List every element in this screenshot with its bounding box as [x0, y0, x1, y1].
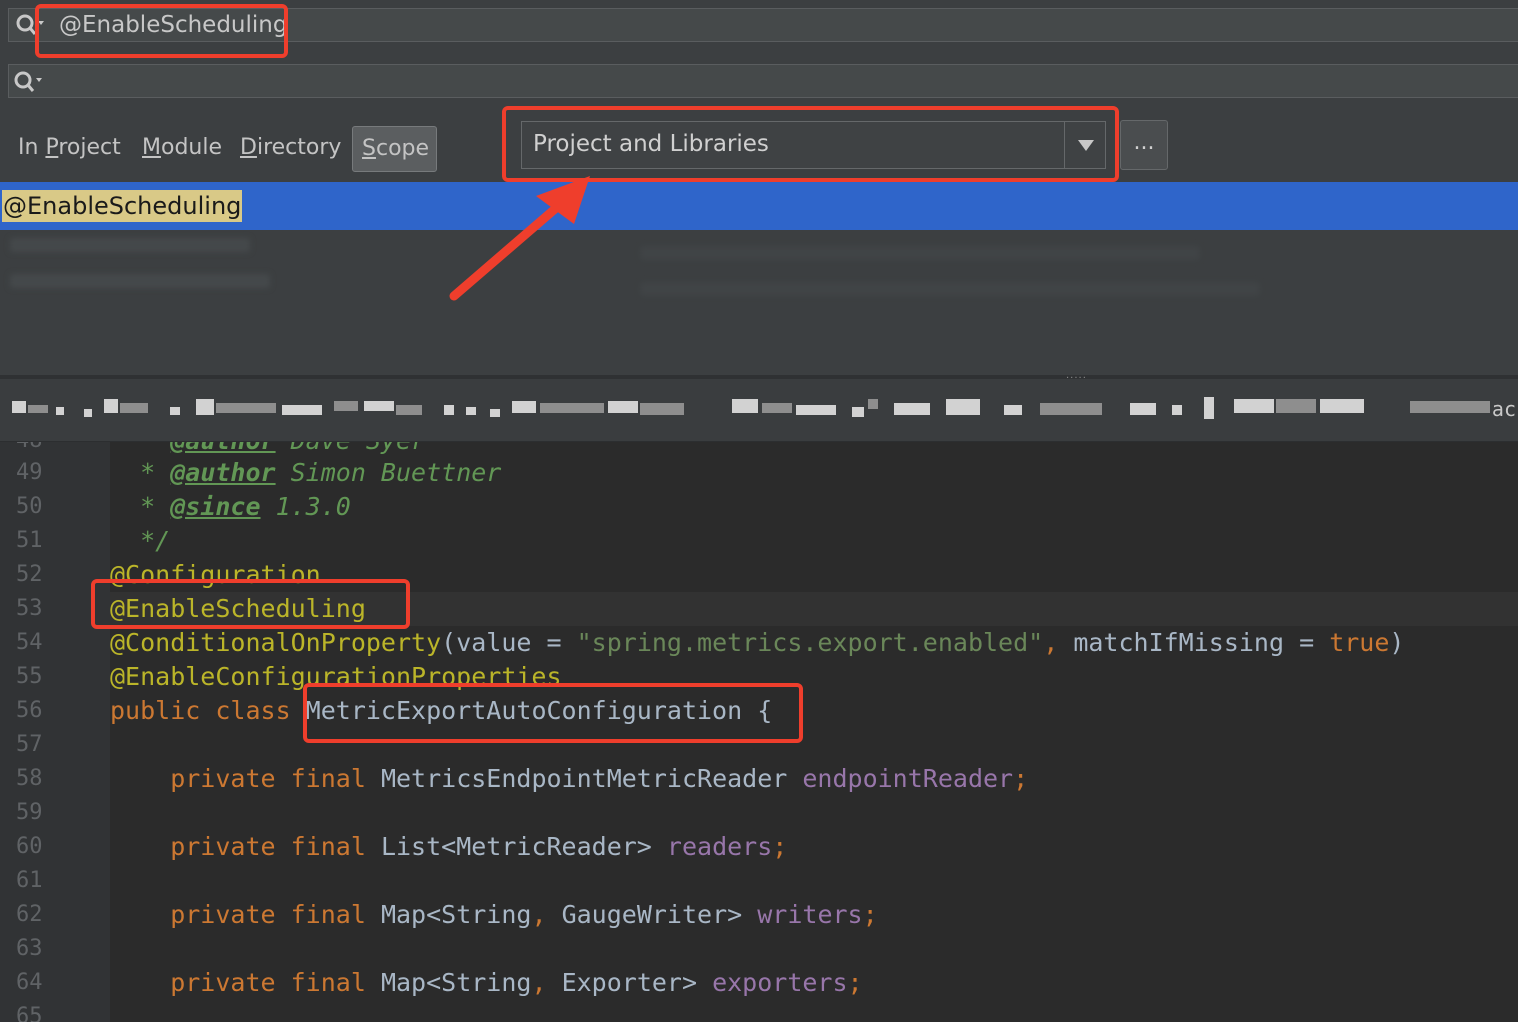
- line-number: 56: [16, 698, 43, 723]
- code-token: ;: [772, 832, 788, 861]
- line-number: 62: [16, 902, 43, 927]
- match-highlight: @EnableScheduling: [2, 190, 243, 222]
- tab-mnemonic: D: [240, 135, 257, 160]
- code-line: private final List<MetricReader> readers…: [110, 830, 1518, 864]
- code-token: ;: [1013, 764, 1029, 793]
- code-token: ,: [1043, 628, 1074, 657]
- file-path-tail: ac: [1491, 397, 1516, 421]
- code-token: @ConditionalOnProperty: [110, 628, 442, 657]
- code-token: private final: [110, 968, 381, 997]
- code-token: Map<String: [380, 900, 532, 929]
- code-token: 1.3.0: [260, 492, 351, 521]
- code-line: */: [110, 524, 1518, 558]
- code-token: ;: [862, 900, 878, 929]
- line-number: 50: [16, 494, 43, 519]
- code-token: ,: [531, 900, 562, 929]
- result-row-blurred[interactable]: [10, 238, 250, 252]
- code-token: public class: [110, 696, 306, 725]
- result-row-blurred[interactable]: [10, 274, 270, 288]
- code-token: true: [1329, 628, 1390, 657]
- tab-label-rest: irectory: [256, 135, 342, 160]
- code-token: private final: [110, 900, 381, 929]
- tab-module[interactable]: Module: [142, 126, 222, 172]
- code-token: endpointReader: [802, 764, 1014, 793]
- file-path-bar: ac: [0, 379, 1518, 442]
- code-token: List<MetricReader>: [380, 832, 667, 861]
- file-mask-search-field[interactable]: [8, 64, 1518, 98]
- line-number: 64: [16, 970, 43, 995]
- tab-scope[interactable]: Scope: [352, 126, 437, 172]
- tab-mnemonic: P: [45, 135, 59, 160]
- code-token: matchIfMissing =: [1073, 628, 1330, 657]
- result-row-blurred[interactable]: [640, 282, 1260, 296]
- code-line: @ConditionalOnProperty(value = "spring.m…: [110, 626, 1518, 660]
- code-token: GaugeWriter>: [561, 900, 758, 929]
- line-number: 49: [16, 460, 43, 485]
- line-number: 61: [16, 868, 43, 893]
- code-token: readers: [666, 832, 773, 861]
- line-number: 52: [16, 562, 43, 587]
- search-history-icon-2[interactable]: [13, 70, 43, 94]
- code-token: Exporter>: [561, 968, 713, 997]
- annotation-box-annotation: [91, 579, 410, 629]
- annotation-box-scope: [502, 106, 1119, 182]
- code-token: *: [110, 458, 171, 487]
- code-token: */: [110, 526, 171, 555]
- tab-mnemonic: M: [142, 135, 161, 160]
- code-token: ,: [531, 968, 562, 997]
- tab-label-rest: odule: [160, 135, 222, 160]
- annotation-box-search: [35, 4, 288, 58]
- code-line: * @author Simon Buettner: [110, 456, 1518, 490]
- tab-label-rest: cope: [375, 136, 430, 161]
- edit-scope-button[interactable]: ...: [1120, 120, 1168, 170]
- code-token: (value =: [441, 628, 577, 657]
- code-token: MetricsEndpointMetricReader: [380, 764, 803, 793]
- code-token: private final: [110, 832, 381, 861]
- code-token: @author: [170, 458, 276, 487]
- code-token: Simon Buettner: [275, 458, 502, 487]
- line-number: 63: [16, 936, 43, 961]
- code-token: exporters: [712, 968, 848, 997]
- tab-in-project[interactable]: In Project: [18, 126, 121, 172]
- line-number: 58: [16, 766, 43, 791]
- code-token: @since: [170, 492, 261, 521]
- line-number: 51: [16, 528, 43, 553]
- annotation-box-classname: [303, 683, 803, 743]
- code-line: private final MetricsEndpointMetricReade…: [110, 762, 1518, 796]
- code-token: writers: [757, 900, 863, 929]
- result-row-blurred[interactable]: [640, 246, 1200, 260]
- code-token: *: [110, 492, 171, 521]
- line-number: 65: [16, 1004, 43, 1022]
- code-token: "spring.metrics.export.enabled": [576, 628, 1044, 657]
- tab-mnemonic: S: [362, 136, 376, 161]
- result-row-selected[interactable]: @EnableScheduling: [0, 182, 1518, 230]
- code-token: Map<String: [380, 968, 532, 997]
- line-number: 54: [16, 630, 43, 655]
- code-token: private final: [110, 764, 381, 793]
- line-number: 57: [16, 732, 43, 757]
- code-line: * @since 1.3.0: [110, 490, 1518, 524]
- line-number: 59: [16, 800, 43, 825]
- line-number: 60: [16, 834, 43, 859]
- line-number: 55: [16, 664, 43, 689]
- code-token: ;: [847, 968, 863, 997]
- tab-label-prefix: In: [18, 135, 46, 160]
- code-line: private final Map<String, GaugeWriter> w…: [110, 898, 1518, 932]
- tab-directory[interactable]: Directory: [240, 126, 341, 172]
- code-line: private final Map<String, Exporter> expo…: [110, 966, 1518, 1000]
- tab-label-rest: roject: [58, 135, 121, 160]
- code-token: ): [1389, 628, 1405, 657]
- line-number: 53: [16, 596, 43, 621]
